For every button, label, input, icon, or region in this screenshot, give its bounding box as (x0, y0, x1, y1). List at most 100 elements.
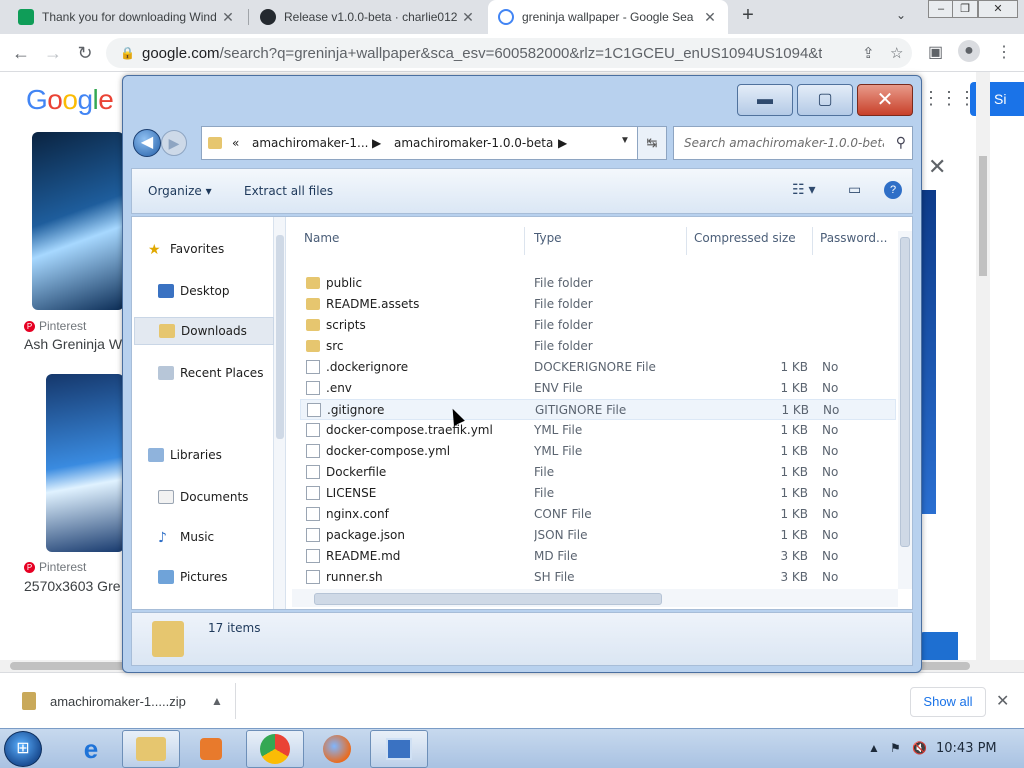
file-list-vertical-scrollbar[interactable] (898, 231, 912, 589)
file-list-horizontal-scrollbar[interactable] (292, 589, 898, 607)
column-password-header[interactable]: Password... (820, 231, 890, 253)
forward-arrow-icon[interactable]: → (40, 40, 66, 66)
explorer-titlebar[interactable]: ▬ ▢ ✕ (123, 76, 921, 120)
side-panel-icon[interactable]: ▣ (928, 42, 943, 62)
action-center-icon[interactable]: ⚑ (890, 741, 901, 755)
explorer-command-bar: Organize ▾ Extract all files ☷ ▾ ▭ ? (131, 168, 913, 214)
file-row[interactable]: docker-compose.yml YML File 1 KB No (300, 441, 896, 462)
file-row-hovered[interactable]: .gitignore GITIGNORE File 1 KB No (300, 399, 896, 420)
close-tab-icon[interactable]: ✕ (460, 9, 476, 26)
explorer-address-bar[interactable]: « amachiromaker-1... ▶ amachiromaker-1.0… (201, 126, 667, 160)
file-row[interactable]: scripts File folder (300, 315, 896, 336)
tab-search-icon[interactable]: ⌄ (896, 8, 906, 22)
file-row[interactable]: LICENSE File 1 KB No (300, 483, 896, 504)
close-window-icon[interactable]: ✕ (978, 0, 1018, 18)
pictures-icon (158, 570, 174, 584)
nav-pane-scrollbar[interactable] (274, 217, 286, 609)
breadcrumb-current[interactable]: amachiromaker-1.0.0-beta (394, 136, 553, 150)
column-name-header[interactable]: Name (304, 231, 504, 253)
result-image-1[interactable] (32, 132, 124, 310)
address-dropdown-icon[interactable]: ▼ (620, 135, 630, 146)
preview-pane-icon[interactable]: ▭ (848, 181, 861, 198)
tab-google-search[interactable]: greninja wallpaper - Google Sea ✕ (488, 0, 728, 34)
extract-all-files-button[interactable]: Extract all files (244, 184, 333, 198)
file-row[interactable]: src File folder (300, 336, 896, 357)
apps-grid-icon[interactable]: ⋮⋮⋮ (922, 88, 976, 108)
media-player-icon[interactable] (182, 730, 240, 768)
chevron-up-icon[interactable]: ▲ (211, 694, 235, 708)
file-row[interactable]: public File folder (300, 273, 896, 294)
search-icon[interactable]: ⚲ (896, 134, 906, 151)
bookmark-star-icon[interactable]: ☆ (890, 44, 903, 62)
tab-windows-download[interactable]: Thank you for downloading Wind ✕ (8, 0, 246, 34)
system-clock[interactable]: 10:43 PM (936, 741, 997, 756)
scrollbar-thumb[interactable] (900, 237, 910, 547)
page-scrollbar[interactable] (976, 72, 990, 660)
column-size-header[interactable]: Compressed size (694, 231, 810, 253)
minimize-icon[interactable]: – (928, 0, 954, 18)
close-tab-icon[interactable]: ✕ (702, 9, 718, 26)
tab-title: greninja wallpaper - Google Sea (522, 10, 694, 24)
explorer-minimize-icon[interactable]: ▬ (737, 84, 793, 116)
help-icon[interactable]: ? (884, 181, 902, 199)
restore-icon[interactable]: ❐ (952, 0, 978, 18)
tab-release[interactable]: Release v1.0.0-beta · charlie012 ✕ (250, 0, 486, 34)
explorer-close-icon[interactable]: ✕ (857, 84, 913, 116)
file-row[interactable]: docker-compose.traefik.yml YML File 1 KB No (300, 420, 896, 441)
file-row[interactable]: package.json JSON File 1 KB No (300, 525, 896, 546)
address-bar[interactable]: 🔒 google.com/search?q=greninja+wallpaper… (106, 38, 912, 68)
explorer-maximize-icon[interactable]: ▢ (797, 84, 853, 116)
file-row[interactable]: .env ENV File 1 KB No (300, 378, 896, 399)
show-all-button[interactable]: Show all (910, 687, 986, 717)
explorer-navigation-bar: ◀ ▶ « amachiromaker-1... ▶ amachiromaker… (131, 126, 913, 160)
column-divider[interactable] (812, 227, 813, 255)
start-button-icon[interactable]: ⊞ (4, 731, 42, 767)
file-row[interactable]: README.md MD File 3 KB No (300, 546, 896, 567)
result-caption-1[interactable]: Ash Greninja W (24, 336, 122, 352)
scrollbar-thumb[interactable] (979, 156, 987, 276)
file-row[interactable]: .dockerignore DOCKERIGNORE File 1 KB No (300, 357, 896, 378)
column-divider[interactable] (686, 227, 687, 255)
sheets-favicon-icon (18, 9, 34, 25)
column-type-header[interactable]: Type (534, 231, 684, 253)
close-download-bar-icon[interactable]: ✕ (996, 691, 1009, 711)
item-count: 17 items (208, 621, 261, 635)
file-icon (306, 570, 320, 584)
internet-explorer-icon[interactable]: e (62, 730, 120, 768)
profile-avatar-icon[interactable]: ● (958, 40, 980, 62)
back-arrow-icon[interactable]: ← (8, 40, 34, 66)
close-tab-icon[interactable]: ✕ (220, 9, 236, 26)
volume-muted-icon[interactable]: 🔇 (912, 741, 927, 755)
file-explorer-taskbar-button[interactable] (122, 730, 180, 768)
firefox-icon[interactable] (308, 730, 366, 768)
reload-icon[interactable]: ↻ (72, 40, 98, 66)
scrollbar-thumb[interactable] (314, 593, 662, 605)
close-preview-icon[interactable]: ✕ (928, 154, 946, 180)
share-icon[interactable]: ⇪ (862, 44, 875, 62)
show-hidden-icons-icon[interactable]: ▲ (868, 741, 880, 755)
nav-libraries[interactable]: Libraries (148, 441, 288, 469)
explorer-refresh-icon[interactable]: ↹ (637, 126, 667, 160)
view-options-icon[interactable]: ☷ ▾ (792, 181, 815, 198)
explorer-search-box[interactable]: Search amachiromaker-1.0.0-beta ⚲ (673, 126, 913, 160)
new-tab-button[interactable]: + (736, 4, 760, 30)
menu-kebab-icon[interactable]: ⋮ (996, 42, 1012, 62)
explorer-back-icon[interactable]: ◀ (133, 129, 161, 157)
file-row[interactable]: Dockerfile File 1 KB No (300, 462, 896, 483)
nav-downloads[interactable]: Downloads (134, 317, 274, 345)
file-row[interactable]: README.assets File folder (300, 294, 896, 315)
result-caption-2[interactable]: 2570x3603 Gre (24, 578, 122, 594)
result-image-2[interactable] (46, 374, 124, 552)
download-item[interactable]: amachiromaker-1.....zip ▲ (12, 683, 236, 719)
google-logo[interactable]: Google (26, 84, 114, 116)
remote-desktop-taskbar-button[interactable] (370, 730, 428, 768)
file-row[interactable]: runner.sh SH File 3 KB No (300, 567, 896, 588)
breadcrumb-parent[interactable]: amachiromaker-1... (252, 136, 368, 150)
explorer-forward-icon[interactable]: ▶ (161, 130, 187, 156)
file-row[interactable]: nginx.conf CONF File 1 KB No (300, 504, 896, 525)
scrollbar-thumb[interactable] (276, 235, 284, 439)
chrome-taskbar-button[interactable] (246, 730, 304, 768)
nav-favorites[interactable]: ★ Favorites (148, 235, 288, 263)
organize-menu-button[interactable]: Organize ▾ (148, 184, 212, 198)
column-divider[interactable] (524, 227, 525, 255)
